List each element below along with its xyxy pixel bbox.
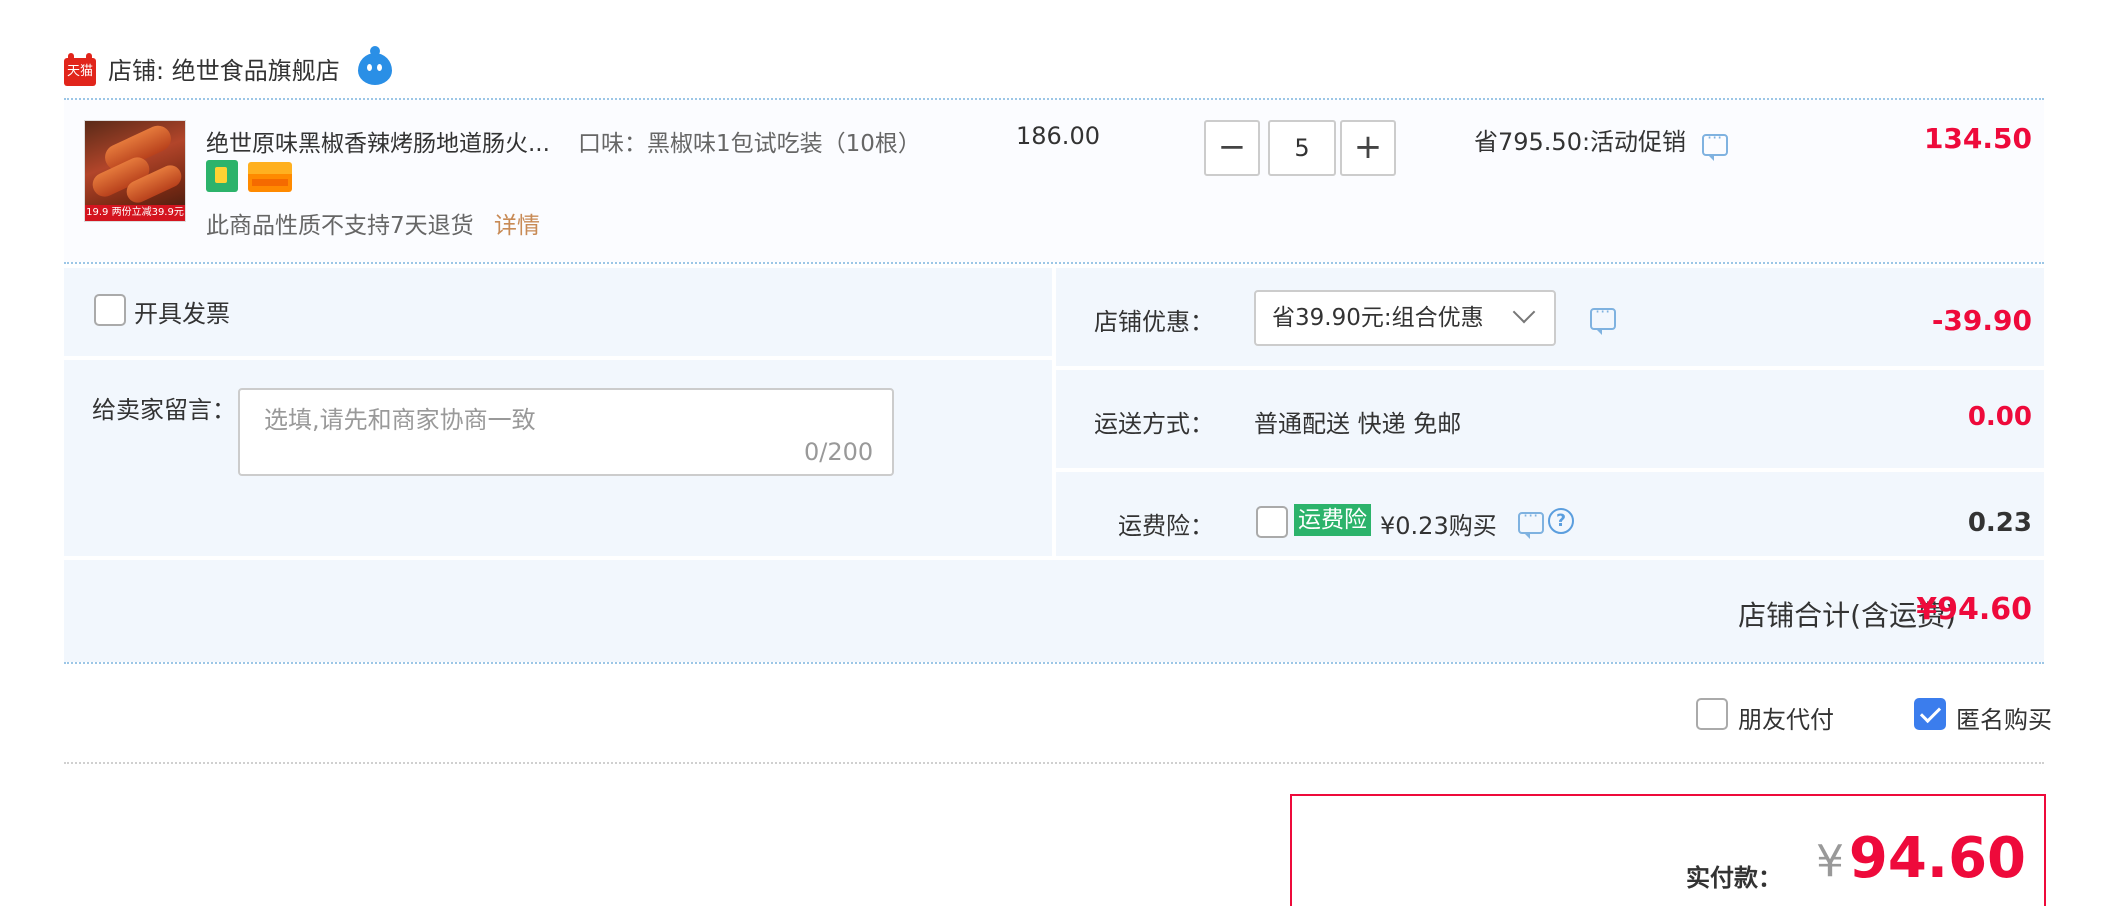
qty-plus-button[interactable]: + <box>1340 120 1396 176</box>
friend-pay-label: 朋友代付 <box>1738 706 1834 734</box>
unit-price: 186.00 <box>1016 122 1100 150</box>
invoice-checkbox[interactable] <box>94 294 126 326</box>
anonymous-checkbox[interactable] <box>1914 698 1946 730</box>
item-thumbnail[interactable]: 19.9 两份立减39.9元 <box>84 120 186 222</box>
insurance-chat-icon[interactable] <box>1518 506 1544 539</box>
payment-label: 实付款： <box>1686 864 1782 892</box>
insurance-price: ¥0.23购买 <box>1380 512 1497 540</box>
divider <box>64 762 2044 764</box>
shop-discount-selected: 省39.90元:组合优惠 <box>1272 305 1484 331</box>
divider <box>64 262 2044 264</box>
help-icon[interactable]: ? <box>1548 508 1574 534</box>
tmall-logo: 天猫 <box>64 53 96 86</box>
shipping-label: 运送方式： <box>1094 410 1214 438</box>
card-badge-icon[interactable] <box>248 162 292 192</box>
promo-text: 省795.50:活动促销 <box>1474 128 1687 156</box>
friend-pay-checkbox[interactable] <box>1696 698 1728 730</box>
insurance-checkbox[interactable] <box>1256 506 1288 538</box>
item-flavor: 口味：黑椒味1包试吃装（10根） <box>578 131 921 157</box>
shipping-method[interactable]: 普通配送 快递 免邮 <box>1254 404 1461 439</box>
return-details-link[interactable]: 详情 <box>494 206 540 240</box>
thumbnail-band: 19.9 两份立减39.9元 <box>85 205 185 221</box>
shop-discount-value: -39.90 <box>1931 304 2032 337</box>
chevron-down-icon <box>1512 300 1536 324</box>
message-placeholder: 选填,请先和商家协商一致 <box>264 406 536 434</box>
payment-amount: 94.60 <box>1848 826 2026 891</box>
payment-currency: ¥ <box>1816 836 1844 887</box>
invoice-label: 开具发票 <box>134 300 230 328</box>
wangwang-icon[interactable] <box>358 53 392 85</box>
promo-chat-icon[interactable] <box>1702 128 1728 161</box>
shipping-value: 0.00 <box>1967 402 2032 432</box>
item-total: 134.50 <box>1923 122 2032 155</box>
quantity-input[interactable]: 5 <box>1268 120 1336 176</box>
insurance-value: 0.23 <box>1967 508 2032 538</box>
divider <box>64 662 2044 664</box>
service-badge-icon[interactable] <box>206 160 238 192</box>
shop-name[interactable]: 店铺: 绝世食品旗舰店 <box>108 54 340 88</box>
qty-minus-button[interactable]: − <box>1204 120 1260 176</box>
return-note: 此商品性质不支持7天退货 <box>206 213 474 239</box>
insurance-badge: 运费险 <box>1294 504 1371 536</box>
subtotal-value: ¥94.60 <box>1916 592 2032 627</box>
insurance-label: 运费险： <box>1118 512 1214 540</box>
message-label: 给卖家留言： <box>92 396 236 424</box>
item-title[interactable]: 绝世原味黑椒香辣烤肠地道肠火... <box>206 124 550 158</box>
anonymous-label: 匿名购买 <box>1956 706 2052 734</box>
discount-chat-icon[interactable] <box>1590 302 1616 335</box>
shop-discount-label: 店铺优惠： <box>1094 308 1214 336</box>
shop-discount-select[interactable]: 省39.90元:组合优惠 <box>1254 290 1556 346</box>
message-char-count: 0/200 <box>804 438 874 466</box>
